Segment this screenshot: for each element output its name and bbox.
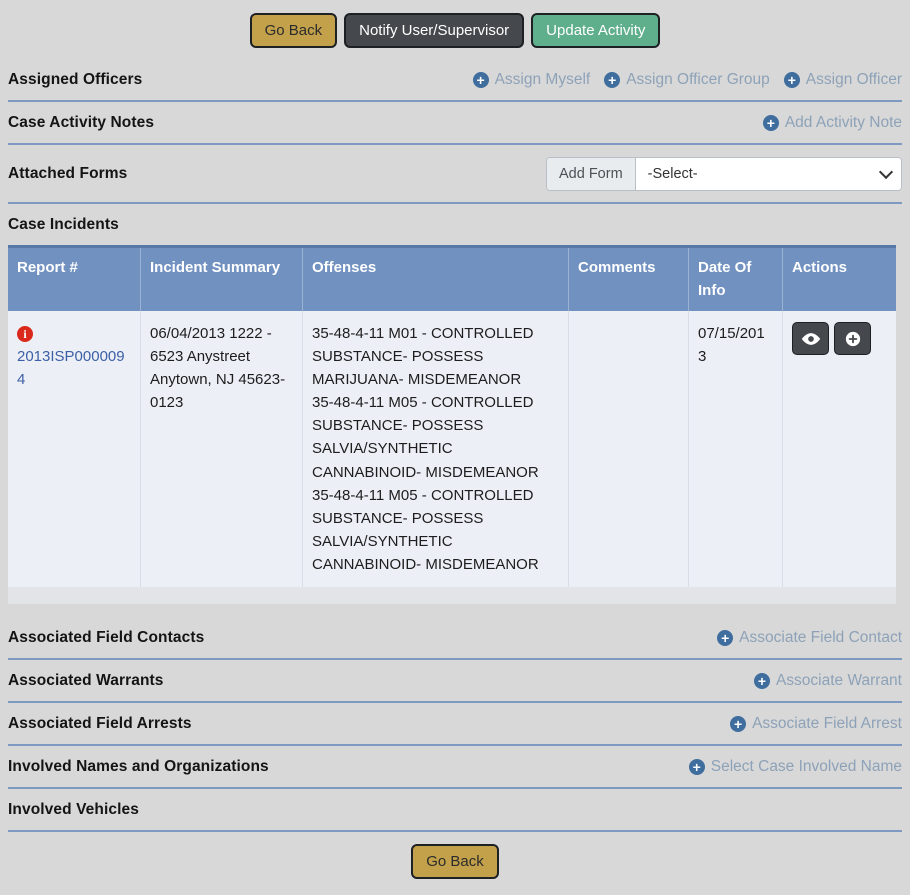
case-incidents-table-header: Report # Incident Summary Offenses Comme… (8, 248, 896, 311)
assign-officer-group-link[interactable]: Assign Officer Group (604, 71, 770, 89)
add-form-group: Add Form -Select- (546, 157, 902, 191)
associate-field-arrest-link[interactable]: Associate Field Arrest (730, 715, 902, 733)
column-header-actions: Actions (783, 248, 896, 311)
plus-circle-icon (473, 72, 489, 88)
column-header-incident-summary: Incident Summary (141, 248, 303, 311)
link-label: Assign Officer (806, 71, 902, 89)
associated-field-arrests-title: Associated Field Arrests (8, 715, 192, 733)
bottom-toolbar: Go Back (8, 832, 902, 895)
section-assigned-officers: Assigned Officers Assign Myself Assign O… (8, 59, 902, 102)
associate-warrant-link[interactable]: Associate Warrant (754, 672, 902, 690)
report-number-link[interactable]: 2013ISP0000094 (17, 348, 125, 388)
link-label: Select Case Involved Name (711, 758, 902, 776)
view-incident-button[interactable] (792, 322, 829, 355)
info-circle-icon: i (17, 326, 33, 342)
section-involved-vehicles: Involved Vehicles (8, 789, 902, 832)
offense-item: 35-48-4-11 M01 - CONTROLLED SUBSTANCE- P… (312, 322, 559, 391)
column-header-report: Report # (8, 248, 141, 311)
associated-warrants-title: Associated Warrants (8, 672, 164, 690)
section-attached-forms: Attached Forms Add Form -Select- (8, 145, 902, 204)
report-number-cell: i 2013ISP0000094 (8, 311, 141, 587)
date-of-info-cell: 07/15/2013 (689, 311, 783, 587)
column-header-comments: Comments (569, 248, 689, 311)
link-label: Associate Field Arrest (752, 715, 902, 733)
section-associated-field-arrests: Associated Field Arrests Associate Field… (8, 703, 902, 746)
link-label: Associate Field Contact (739, 629, 902, 647)
go-back-button[interactable]: Go Back (250, 13, 338, 48)
plus-circle-icon (763, 115, 779, 131)
table-footer-strip (8, 587, 896, 604)
section-associated-field-contacts: Associated Field Contacts Associate Fiel… (8, 617, 902, 660)
top-toolbar: Go Back Notify User/Supervisor Update Ac… (8, 0, 902, 59)
plus-circle-icon (717, 630, 733, 646)
case-incidents-title: Case Incidents (8, 216, 119, 234)
eye-icon (801, 331, 821, 347)
comments-cell (569, 311, 689, 587)
form-select[interactable]: -Select- (636, 158, 901, 190)
notify-user-supervisor-button[interactable]: Notify User/Supervisor (344, 13, 524, 48)
case-activity-notes-title: Case Activity Notes (8, 114, 154, 132)
update-activity-button[interactable]: Update Activity (531, 13, 660, 48)
section-involved-names: Involved Names and Organizations Select … (8, 746, 902, 789)
plus-circle-icon (604, 72, 620, 88)
plus-circle-icon (844, 330, 862, 348)
plus-circle-icon (689, 759, 705, 775)
action-buttons (792, 322, 887, 355)
column-header-offenses: Offenses (303, 248, 569, 311)
add-form-button[interactable]: Add Form (547, 158, 636, 190)
form-select-wrap: -Select- (636, 158, 901, 190)
add-activity-note-link[interactable]: Add Activity Note (763, 114, 902, 132)
involved-vehicles-title: Involved Vehicles (8, 801, 139, 819)
link-label: Assign Myself (495, 71, 591, 89)
assign-myself-link[interactable]: Assign Myself (473, 71, 591, 89)
offense-item: 35-48-4-11 M05 - CONTROLLED SUBSTANCE- P… (312, 391, 559, 483)
link-label: Assign Officer Group (626, 71, 770, 89)
column-header-date-of-info: Date Of Info (689, 248, 783, 311)
section-associated-warrants: Associated Warrants Associate Warrant (8, 660, 902, 703)
plus-circle-icon (730, 716, 746, 732)
plus-circle-icon (784, 72, 800, 88)
case-detail-page: Go Back Notify User/Supervisor Update Ac… (0, 0, 910, 895)
actions-cell (783, 311, 896, 587)
section-case-incidents: Case Incidents (8, 204, 902, 242)
assigned-officers-title: Assigned Officers (8, 71, 142, 89)
link-label: Associate Warrant (776, 672, 902, 690)
go-back-button-bottom[interactable]: Go Back (411, 844, 499, 879)
associate-field-contact-link[interactable]: Associate Field Contact (717, 629, 902, 647)
associated-field-contacts-title: Associated Field Contacts (8, 629, 204, 647)
table-row: i 2013ISP0000094 06/04/2013 1222 - 6523 … (8, 311, 896, 587)
assigned-officers-links: Assign Myself Assign Officer Group Assig… (473, 71, 902, 89)
link-label: Add Activity Note (785, 114, 902, 132)
offense-item: 35-48-4-11 M05 - CONTROLLED SUBSTANCE- P… (312, 484, 559, 576)
involved-names-title: Involved Names and Organizations (8, 758, 269, 776)
plus-circle-icon (754, 673, 770, 689)
attached-forms-title: Attached Forms (8, 165, 127, 183)
case-incidents-table: Report # Incident Summary Offenses Comme… (8, 245, 896, 604)
case-activity-notes-links: Add Activity Note (763, 114, 902, 132)
section-case-activity-notes: Case Activity Notes Add Activity Note (8, 102, 902, 145)
incident-summary-cell: 06/04/2013 1222 - 6523 Anystreet Anytown… (141, 311, 303, 587)
offenses-cell: 35-48-4-11 M01 - CONTROLLED SUBSTANCE- P… (303, 311, 569, 587)
select-case-involved-name-link[interactable]: Select Case Involved Name (689, 758, 902, 776)
assign-officer-link[interactable]: Assign Officer (784, 71, 902, 89)
add-incident-button[interactable] (834, 322, 871, 355)
